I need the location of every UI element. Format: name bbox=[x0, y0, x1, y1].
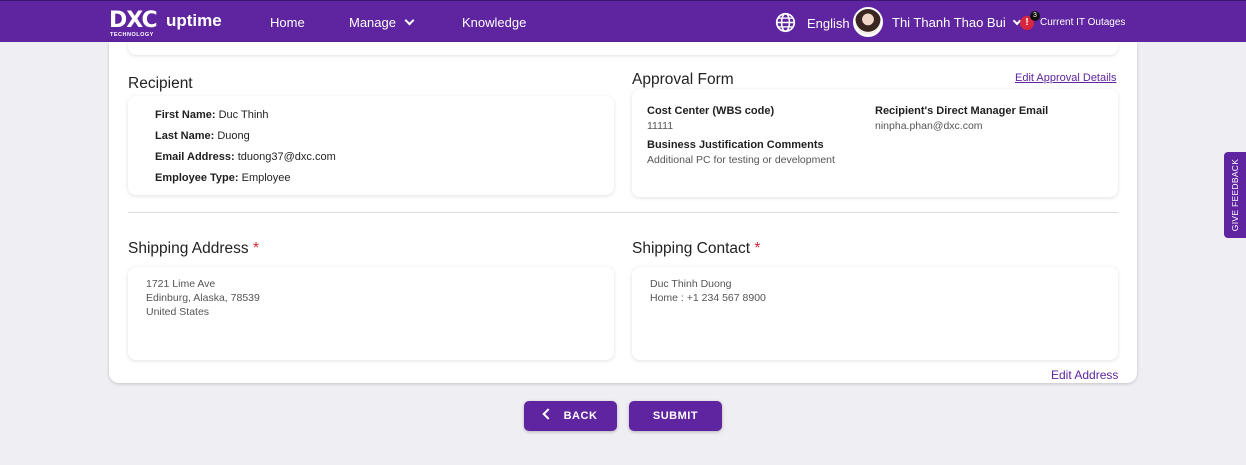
nav-home[interactable]: Home bbox=[270, 15, 305, 31]
logo-text: DXC bbox=[109, 8, 158, 33]
recipient-panel: First Name: Duc Thinh Last Name: Duong E… bbox=[128, 96, 614, 195]
nav-knowledge[interactable]: Knowledge bbox=[462, 15, 526, 31]
employee-type-value: Employee bbox=[241, 172, 291, 184]
chevron-down-icon bbox=[404, 15, 415, 26]
back-button-label: BACK bbox=[563, 410, 598, 422]
first-name-row: First Name: Duc Thinh bbox=[155, 109, 269, 121]
last-name-label: Last Name: bbox=[155, 130, 215, 142]
current-it-outages-link[interactable]: Current IT Outages bbox=[1040, 17, 1125, 28]
avatar[interactable] bbox=[853, 7, 883, 37]
last-name-value: Duong bbox=[217, 130, 250, 142]
nav-manage[interactable]: Manage bbox=[349, 15, 415, 31]
email-row: Email Address: tduong37@dxc.com bbox=[155, 151, 336, 163]
give-feedback-label: GIVE FEEDBACK bbox=[1230, 158, 1240, 232]
cost-center-value: 11111 bbox=[647, 120, 674, 132]
email-label: Email Address: bbox=[155, 151, 235, 163]
top-nav-bar: DXC uptime TECHNOLOGY Home Manage Knowle… bbox=[0, 0, 1246, 42]
approval-form-panel: Cost Center (WBS code) 11111 Recipient's… bbox=[632, 89, 1118, 197]
shipping-address-panel: 1721 Lime Ave Edinburg, Alaska, 78539 Un… bbox=[128, 267, 614, 360]
address-line-1: 1721 Lime Ave bbox=[146, 278, 216, 290]
user-name: Thi Thanh Thao Bui bbox=[892, 15, 1006, 30]
shipping-address-label: Shipping Address bbox=[128, 240, 249, 257]
section-divider bbox=[128, 212, 1118, 213]
logo-subtext: TECHNOLOGY bbox=[110, 32, 154, 38]
edit-approval-details-link[interactable]: Edit Approval Details bbox=[1015, 72, 1117, 84]
email-value: tduong37@dxc.com bbox=[237, 151, 336, 163]
review-card: Recipient First Name: Duc Thinh Last Nam… bbox=[109, 42, 1137, 383]
back-button[interactable]: BACK bbox=[524, 401, 617, 431]
shipping-contact-panel: Duc Thinh Duong Home : +1 234 567 8900 bbox=[632, 267, 1118, 360]
manager-email-value: ninpha.phan@dxc.com bbox=[875, 120, 983, 132]
required-marker: * bbox=[252, 240, 259, 257]
give-feedback-tab[interactable]: GIVE FEEDBACK bbox=[1224, 152, 1246, 238]
address-line-3: United States bbox=[146, 306, 210, 318]
first-name-value: Duc Thinh bbox=[218, 109, 269, 121]
shipping-address-title: Shipping Address * bbox=[128, 240, 259, 258]
shipping-contact-label: Shipping Contact bbox=[632, 240, 751, 257]
shipping-contact-title: Shipping Contact * bbox=[632, 240, 760, 258]
submit-button[interactable]: SUBMIT bbox=[629, 401, 722, 431]
contact-phone: Home : +1 234 567 8900 bbox=[650, 292, 766, 304]
cost-center-label: Cost Center (WBS code) bbox=[647, 105, 775, 117]
app-name: uptime bbox=[166, 11, 222, 30]
chevron-left-icon bbox=[541, 408, 554, 420]
manager-email-label: Recipient's Direct Manager Email bbox=[875, 105, 1049, 117]
required-marker: * bbox=[754, 240, 761, 257]
user-menu[interactable]: Thi Thanh Thao Bui bbox=[892, 15, 1021, 30]
justification-value: Additional PC for testing or development bbox=[647, 154, 835, 166]
dxc-uptime-logo[interactable]: DXC uptime TECHNOLOGY bbox=[109, 8, 222, 39]
approval-form-title: Approval Form bbox=[632, 71, 734, 88]
nav-manage-label: Manage bbox=[349, 15, 396, 30]
last-name-row: Last Name: Duong bbox=[155, 130, 250, 142]
language-selector[interactable]: English bbox=[807, 16, 850, 31]
first-name-label: First Name: bbox=[155, 109, 216, 121]
employee-type-row: Employee Type: Employee bbox=[155, 172, 291, 184]
employee-type-label: Employee Type: bbox=[155, 172, 239, 184]
previous-section-edge bbox=[128, 42, 1118, 55]
justification-label: Business Justification Comments bbox=[647, 139, 824, 151]
address-line-2: Edinburg, Alaska, 78539 bbox=[146, 292, 260, 304]
contact-name: Duc Thinh Duong bbox=[650, 278, 732, 290]
recipient-title: Recipient bbox=[128, 75, 193, 92]
globe-icon[interactable] bbox=[775, 12, 796, 33]
outage-count-badge: 3 bbox=[1030, 11, 1040, 21]
edit-address-link[interactable]: Edit Address bbox=[1051, 368, 1118, 382]
